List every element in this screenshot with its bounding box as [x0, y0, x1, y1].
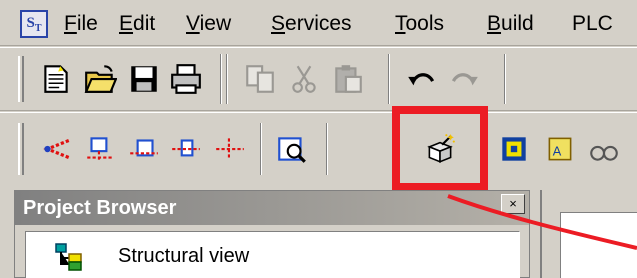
standard-toolbar — [0, 47, 637, 111]
variable-icon[interactable]: A — [540, 129, 580, 169]
app-icon: ST — [20, 10, 48, 38]
copy-icon[interactable] — [240, 59, 280, 99]
toolbar-grip[interactable] — [18, 56, 24, 102]
menu-services[interactable]: Services — [271, 10, 352, 38]
structural-view-icon[interactable] — [54, 242, 84, 272]
toolbar-separator — [260, 123, 262, 175]
toolbar-separator — [388, 54, 390, 104]
menu-plc[interactable]: PLC — [572, 10, 613, 38]
toolbar-grip[interactable] — [18, 123, 24, 175]
menu-build[interactable]: Build — [487, 10, 534, 38]
svg-text:A: A — [553, 144, 562, 159]
menu-edit[interactable]: Edit — [119, 10, 155, 38]
network-icon[interactable] — [80, 129, 120, 169]
toolbar-separator — [220, 54, 222, 104]
menu-file[interactable]: File — [64, 10, 98, 38]
download-icon[interactable] — [124, 129, 164, 169]
menu-view[interactable]: View — [186, 10, 231, 38]
toolbar-separator — [326, 123, 328, 175]
paste-icon[interactable] — [328, 59, 368, 99]
connect-icon[interactable] — [36, 129, 76, 169]
print-icon[interactable] — [166, 59, 206, 99]
highlight-box — [392, 106, 488, 191]
monitor-icon[interactable] — [272, 129, 312, 169]
undo-icon[interactable] — [402, 59, 442, 99]
close-button[interactable]: × — [501, 194, 525, 214]
cut-icon[interactable] — [284, 59, 324, 99]
menu-bar: ST File Edit View Services Tools Build P… — [0, 0, 637, 46]
editor-canvas[interactable] — [560, 212, 637, 278]
redo-icon[interactable] — [444, 59, 484, 99]
project-browser-panel: Project Browser × Structural view — [14, 190, 530, 278]
project-browser-title: Project Browser — [15, 191, 529, 225]
compare-icon[interactable] — [210, 129, 250, 169]
tree-item-structural-view[interactable]: Structural view — [118, 242, 249, 270]
toolbar-separator — [226, 54, 228, 104]
pou-icon[interactable] — [494, 129, 534, 169]
upload-icon[interactable] — [166, 129, 206, 169]
watch-icon[interactable] — [584, 129, 624, 169]
menu-tools[interactable]: Tools — [395, 10, 444, 38]
new-icon[interactable] — [36, 59, 76, 99]
online-toolbar: A — [0, 112, 637, 186]
project-tree: Structural view — [25, 231, 520, 278]
save-icon[interactable] — [124, 59, 164, 99]
toolbar-separator — [504, 54, 506, 104]
open-icon[interactable] — [80, 59, 120, 99]
